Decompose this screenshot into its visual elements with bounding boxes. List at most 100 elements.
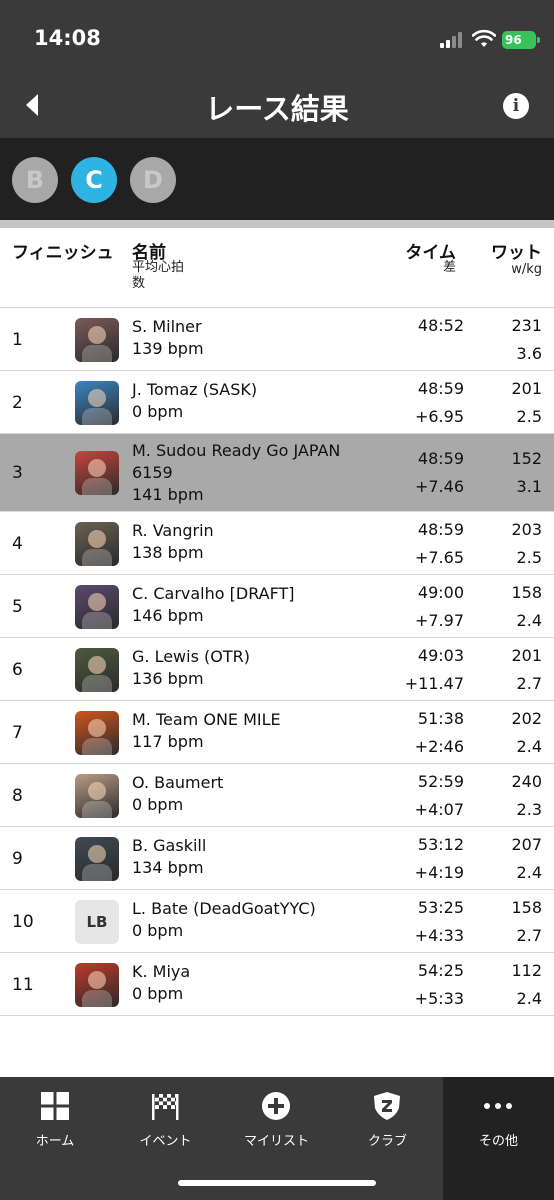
rider-name[interactable]: C. Carvalho [DRAFT] — [132, 583, 372, 605]
heart-rate: 0 bpm — [132, 795, 184, 814]
finish-position: 4 — [12, 533, 23, 554]
power-cell: 202 2.4 — [511, 705, 542, 761]
finish-time: 53:12 — [417, 834, 464, 854]
heart-rate: 134 bpm — [132, 858, 204, 877]
watts-per-kg: 3.6 — [516, 343, 542, 363]
avatar[interactable] — [75, 317, 119, 362]
result-row[interactable]: 11 K. Miya 0 bpm 54:25 +5:33 112 2.4 — [0, 953, 554, 1016]
category-c-button[interactable]: C — [71, 157, 117, 203]
avatar-photo — [88, 655, 106, 674]
rider-info: J. Tomaz (SASK) 0 bpm — [132, 379, 372, 423]
avatar[interactable] — [75, 451, 119, 495]
category-b-button[interactable]: B — [12, 157, 58, 203]
watts: 158 — [511, 582, 542, 602]
watts-per-kg: 2.7 — [516, 925, 542, 945]
rider-name[interactable]: S. Milner — [132, 316, 372, 338]
result-row[interactable]: 3 M. Sudou Ready Go JAPAN 6159 141 bpm 48:5… — [0, 434, 554, 512]
avatar[interactable] — [75, 584, 119, 629]
info-icon[interactable]: i — [503, 93, 529, 119]
avatar[interactable]: LB — [75, 899, 119, 944]
time-gap: +11.47 — [404, 673, 464, 693]
rider-name[interactable]: R. Vangrin — [132, 520, 372, 542]
nav-mylist-label: マイリスト — [243, 1134, 309, 1149]
avatar[interactable] — [75, 647, 119, 692]
avatar-photo — [88, 718, 106, 737]
result-row[interactable]: 9 B. Gaskill 134 bpm 53:12 +4:19 207 2.4 — [0, 827, 554, 890]
cellular-signal-icon — [440, 32, 466, 48]
result-row[interactable]: 7 M. Team ONE MILE 117 bpm 51:38 +2:46 202 2.4 — [0, 701, 554, 764]
avatar[interactable] — [75, 962, 119, 1007]
column-heart-rate[interactable]: 平均心拍 数 — [132, 260, 184, 292]
avatar[interactable] — [75, 836, 119, 881]
category-d-button[interactable]: D — [130, 157, 176, 203]
divider — [0, 220, 554, 228]
rider-name[interactable]: L. Bate (DeadGoatYYC) — [132, 898, 372, 920]
finish-time: 48:59 — [417, 378, 464, 398]
finish-position: 5 — [12, 596, 23, 617]
result-row[interactable]: 5 C. Carvalho [DRAFT] 146 bpm 49:00 +7.97 158… — [0, 575, 554, 638]
finish-time: 51:38 — [417, 708, 464, 728]
rider-info: M. Team ONE MILE 117 bpm — [132, 709, 372, 753]
time-gap: +2:46 — [414, 736, 464, 756]
battery-level: 96 — [505, 33, 522, 47]
result-row[interactable]: 8 O. Baumert 0 bpm 52:59 +4:07 240 2.3 — [0, 764, 554, 827]
watts: 201 — [511, 645, 542, 665]
rider-name[interactable]: M. Sudou Ready Go JAPAN 6159 — [132, 440, 372, 484]
time-gap: +4:07 — [414, 799, 464, 819]
avatar-photo — [88, 325, 106, 344]
time-gap — [418, 340, 464, 368]
finish-time: 49:03 — [417, 645, 464, 665]
watts-per-kg: 2.3 — [516, 799, 542, 819]
rider-name[interactable]: O. Baumert — [132, 772, 372, 794]
rider-info: M. Sudou Ready Go JAPAN 6159 141 bpm — [132, 440, 372, 506]
home-indicator — [178, 1180, 376, 1186]
results-table-header: フィニッシュ 名前 平均心拍 数 タイム 差 ワット w/kg — [0, 228, 554, 308]
power-cell: 201 2.7 — [511, 642, 542, 698]
avatar-photo — [88, 459, 106, 477]
finish-time: 49:00 — [417, 582, 464, 602]
avatar-figure — [82, 611, 112, 629]
column-gap[interactable]: 差 — [443, 260, 456, 276]
result-row[interactable]: 1 S. Milner 139 bpm 48:52 231 3.6 — [0, 308, 554, 371]
column-wkg[interactable]: w/kg — [511, 262, 542, 278]
result-row[interactable]: 10 LB L. Bate (DeadGoatYYC) 0 bpm 53:25 +4:33… — [0, 890, 554, 953]
plus-circle-icon — [262, 1092, 290, 1120]
avatar[interactable] — [75, 710, 119, 755]
avatar[interactable] — [75, 380, 119, 425]
avatar-photo — [88, 529, 106, 548]
nav-clubs-label: クラブ — [367, 1134, 407, 1149]
battery-indicator: 96 — [502, 31, 540, 49]
avatar-figure — [82, 344, 112, 362]
rider-name[interactable]: M. Team ONE MILE — [132, 709, 372, 731]
column-finish[interactable]: フィニッシュ — [12, 238, 114, 263]
time-gap: +7.97 — [414, 610, 464, 630]
time-cell: 48:59 +7.46 — [415, 445, 464, 501]
power-cell: 231 3.6 — [511, 312, 542, 368]
result-row[interactable]: 4 R. Vangrin 138 bpm 48:59 +7.65 203 2.5 — [0, 512, 554, 575]
heart-rate: 138 bpm — [132, 543, 204, 562]
power-cell: 207 2.4 — [511, 831, 542, 887]
category-filter-bar: B C D — [0, 138, 554, 220]
grid-icon — [41, 1092, 69, 1120]
rider-name[interactable]: K. Miya — [132, 961, 372, 983]
rider-name[interactable]: G. Lewis (OTR) — [132, 646, 372, 668]
result-row[interactable]: 2 J. Tomaz (SASK) 0 bpm 48:59 +6.95 201 2.5 — [0, 371, 554, 434]
rider-info: K. Miya 0 bpm — [132, 961, 372, 1005]
watts-per-kg: 2.5 — [516, 547, 542, 567]
time-gap: +6.95 — [414, 406, 464, 426]
rider-name[interactable]: B. Gaskill — [132, 835, 372, 857]
heart-rate: 141 bpm — [132, 485, 204, 504]
result-row[interactable]: 6 G. Lewis (OTR) 136 bpm 49:03 +11.47 201 2.7 — [0, 638, 554, 701]
avatar[interactable] — [75, 773, 119, 818]
finish-position: 6 — [12, 659, 23, 680]
avatar[interactable] — [75, 521, 119, 566]
rider-info: B. Gaskill 134 bpm — [132, 835, 372, 879]
column-watts[interactable]: ワット — [491, 238, 542, 263]
nav-more[interactable]: その他 — [443, 1077, 554, 1200]
power-cell: 158 2.7 — [511, 894, 542, 950]
nav-home[interactable]: ホーム — [0, 1077, 110, 1200]
time-cell: 52:59 +4:07 — [415, 768, 464, 824]
rider-info: R. Vangrin 138 bpm — [132, 520, 372, 564]
rider-name[interactable]: J. Tomaz (SASK) — [132, 379, 372, 401]
heart-rate: 139 bpm — [132, 339, 204, 358]
